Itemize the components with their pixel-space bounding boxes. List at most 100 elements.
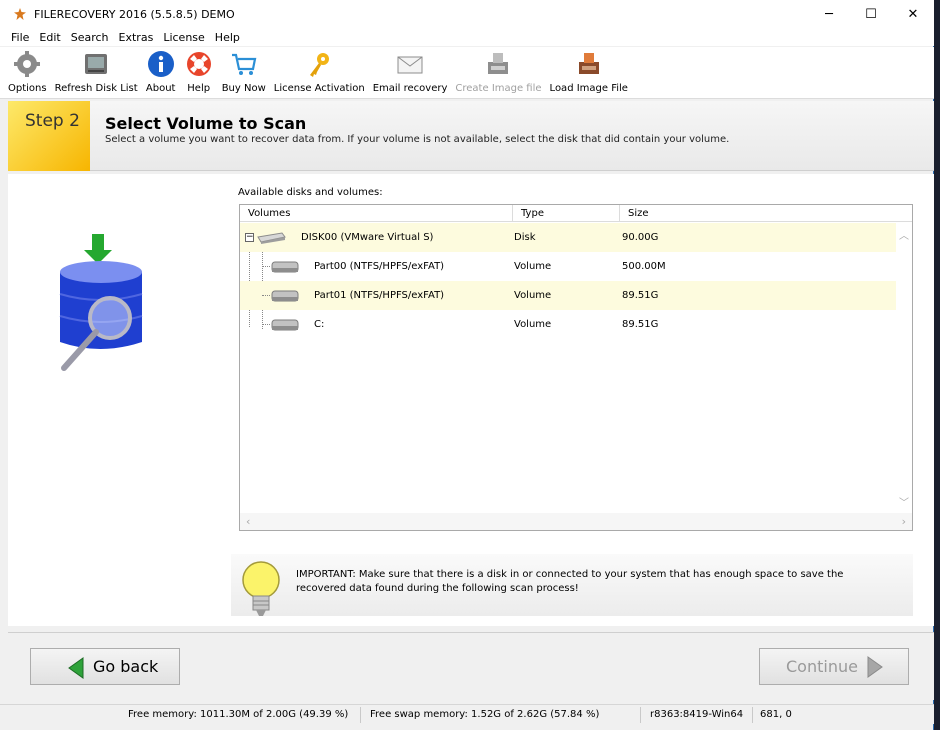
volume-type: Volume [514,261,552,272]
disk-refresh-icon [81,49,111,79]
scroll-left-icon[interactable]: ‹ [246,515,250,528]
volume-type: Volume [514,290,552,301]
scroll-down-icon[interactable]: ﹀ [899,494,909,509]
go-back-button[interactable]: Go back [30,648,180,685]
menu-extras[interactable]: Extras [114,31,159,44]
volume-icon [270,252,300,281]
menu-help[interactable]: Help [210,31,245,44]
volume-name: C: [314,319,325,330]
lightbulb-icon [239,560,283,620]
status-divider [360,707,361,723]
important-text: IMPORTANT: Make sure that there is a dis… [296,569,844,594]
scroll-up-icon[interactable]: ︿ [899,227,909,242]
important-notice: IMPORTANT: Make sure that there is a dis… [231,554,913,616]
step-badge: Step 2 [8,101,90,171]
volume-name: Part00 (NTFS/HPFS/exFAT) [314,261,445,272]
continue-label: Continue [786,657,858,676]
cart-icon [229,49,259,79]
coords-status: 681, 0 [760,709,792,720]
free-swap-status: Free swap memory: 1.52G of 2.62G (57.84 … [370,709,600,720]
volume-size: 500.00M [622,261,666,272]
free-memory-status: Free memory: 1011.30M of 2.00G (49.39 %) [128,709,349,720]
options-button[interactable]: Options [4,46,51,98]
volume-icon [270,281,300,310]
disk-search-icon [52,232,152,377]
minimize-button[interactable]: ─ [808,0,850,28]
tree-guide [262,324,270,325]
volume-list[interactable]: Volumes Type Size − DISK00 (VMware Virtu… [239,204,913,531]
refresh-disk-list-label: Refresh Disk List [54,83,138,94]
license-activation-button[interactable]: License Activation [270,46,369,98]
create-image-file-button[interactable]: Create Image file [451,46,545,98]
main-content: Available disks and volumes: Volumes Typ… [8,174,934,626]
window-controls: ─ ☐ ✕ [808,0,934,28]
help-button[interactable]: Help [180,46,218,98]
buy-now-label: Buy Now [221,83,266,94]
volume-type: Volume [514,319,552,330]
volume-row-part01[interactable]: Part01 (NTFS/HPFS/exFAT) Volume 89.51G [240,281,896,310]
status-divider [640,707,641,723]
scroll-right-icon[interactable]: › [902,515,906,528]
volume-name: DISK00 (VMware Virtual S) [301,232,434,243]
volume-list-body: − DISK00 (VMware Virtual S) Disk 90.00G … [240,223,896,513]
email-recovery-label: Email recovery [372,83,448,94]
load-image-file-label: Load Image File [549,83,628,94]
volume-name: Part01 (NTFS/HPFS/exFAT) [314,290,445,301]
page-title: Select Volume to Scan [105,114,307,133]
hard-drive-icon [256,223,286,252]
continue-button[interactable]: Continue [759,648,909,685]
create-image-icon [483,49,513,79]
refresh-disk-list-button[interactable]: Refresh Disk List [51,46,142,98]
volume-list-header: Volumes Type Size [240,205,912,222]
toolbar: Options Refresh Disk List About Help Buy… [0,47,934,99]
window-title: FILERECOVERY 2016 (5.5.8.5) DEMO [34,7,235,21]
title-bar: FILERECOVERY 2016 (5.5.8.5) DEMO ─ ☐ ✕ [0,0,934,28]
about-button[interactable]: About [142,46,180,98]
volume-row-part00[interactable]: Part00 (NTFS/HPFS/exFAT) Volume 500.00M [240,252,896,281]
close-button[interactable]: ✕ [892,0,934,28]
menu-edit[interactable]: Edit [34,31,65,44]
info-icon [146,49,176,79]
volume-type: Disk [514,232,536,243]
app-logo-icon [12,6,28,22]
arrow-right-icon [866,655,884,678]
volume-size: 90.00G [622,232,659,243]
menu-license[interactable]: License [158,31,209,44]
key-icon [304,49,334,79]
about-label: About [145,83,176,94]
navigation-bar: Go back Continue [8,632,934,700]
gear-icon [12,49,42,79]
lifebuoy-icon [184,49,214,79]
volume-row-disk00[interactable]: − DISK00 (VMware Virtual S) Disk 90.00G [240,223,896,252]
step-header: Step 2 Select Volume to Scan Select a vo… [8,101,934,171]
email-recovery-button[interactable]: Email recovery [369,46,452,98]
column-volumes[interactable]: Volumes [240,205,513,222]
available-disks-label: Available disks and volumes: [238,187,383,198]
volume-row-c[interactable]: C: Volume 89.51G [240,310,896,339]
status-bar: Free memory: 1011.30M of 2.00G (49.39 %)… [0,704,934,724]
column-size[interactable]: Size [620,205,912,222]
volume-size: 89.51G [622,290,659,301]
tree-guide [262,266,270,267]
menu-file[interactable]: File [6,31,34,44]
menu-search[interactable]: Search [66,31,114,44]
help-label: Help [187,83,211,94]
arrow-left-icon [67,657,85,683]
menu-bar: File Edit Search Extras License Help [0,28,934,46]
create-image-file-label: Create Image file [455,83,542,94]
horizontal-scrollbar[interactable]: ‹ › [240,513,912,530]
page-description: Select a volume you want to recover data… [105,134,730,145]
volume-size: 89.51G [622,319,659,330]
app-window: FILERECOVERY 2016 (5.5.8.5) DEMO ─ ☐ ✕ F… [0,0,934,730]
tree-guide [262,295,270,296]
buy-now-button[interactable]: Buy Now [218,46,270,98]
volume-icon [270,310,300,339]
load-image-file-button[interactable]: Load Image File [546,46,632,98]
go-back-label: Go back [93,657,159,676]
build-status: r8363:8419-Win64 [650,709,744,720]
column-type[interactable]: Type [513,205,620,222]
status-divider [752,707,753,723]
maximize-button[interactable]: ☐ [850,0,892,28]
vertical-scrollbar[interactable]: ︿ ﹀ [896,223,912,513]
collapse-toggle[interactable]: − [245,233,254,242]
